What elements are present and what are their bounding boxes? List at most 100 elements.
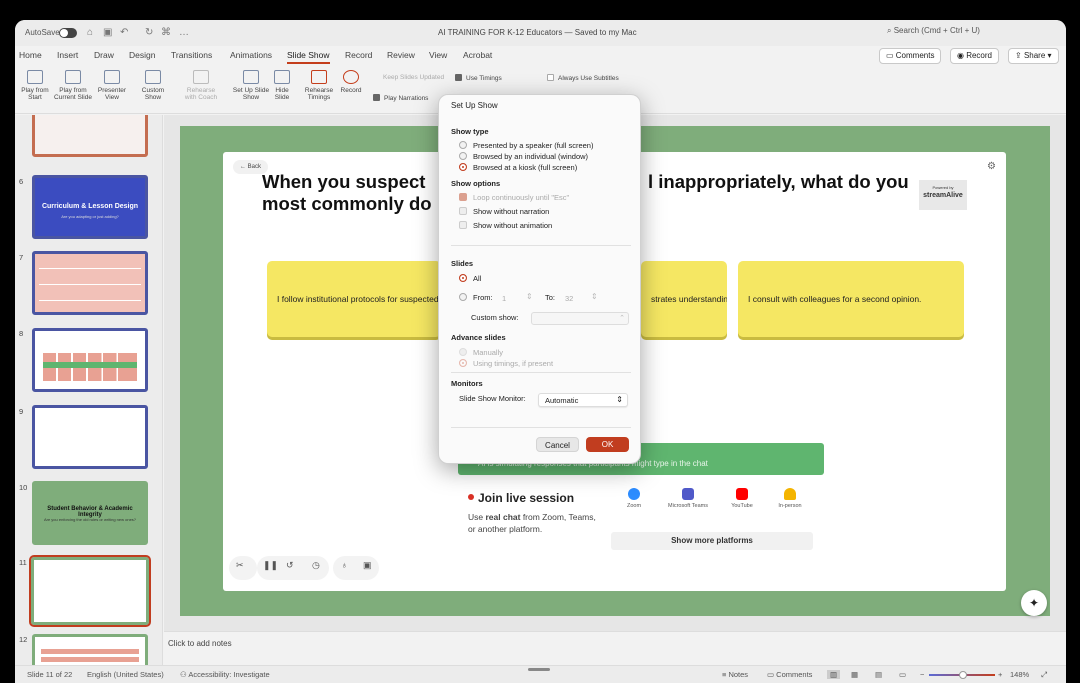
response-card[interactable]: I follow institutional protocols for sus…: [267, 261, 441, 337]
ok-button[interactable]: OK: [586, 437, 629, 452]
platform-teams[interactable]: Microsoft Teams: [662, 488, 714, 509]
response-card[interactable]: strates understanding.: [641, 261, 727, 337]
pause-icon[interactable]: ❚❚: [263, 560, 278, 571]
set-up-slide-show-button[interactable]: Set Up Slide Show: [232, 70, 270, 101]
to-field[interactable]: 32: [561, 293, 587, 306]
slide-show-monitor-select[interactable]: Automatic ⇕: [538, 393, 628, 407]
platform-in-person[interactable]: In-person: [764, 488, 816, 509]
tab-animations[interactable]: Animations: [230, 50, 272, 60]
slide-thumbnail-7[interactable]: [32, 251, 148, 315]
reading-view-icon[interactable]: ▤: [875, 670, 882, 679]
slide-thumbnail-6[interactable]: Curriculum & Lesson Design Are you adapt…: [32, 175, 148, 239]
autosave-toggle[interactable]: [59, 28, 77, 38]
use-timings-checkbox[interactable]: Use Timings: [455, 74, 502, 82]
slide-thumbnail-12[interactable]: [32, 634, 148, 665]
more-icon[interactable]: …: [179, 27, 189, 38]
tab-review[interactable]: Review: [387, 50, 415, 60]
copilot-icon[interactable]: ✦: [1021, 590, 1047, 616]
tab-acrobat[interactable]: Acrobat: [463, 50, 492, 60]
tab-home[interactable]: Home: [19, 50, 42, 60]
presenter-view-button[interactable]: Presenter View: [95, 70, 129, 101]
comments-status-button[interactable]: ▭ Comments: [767, 670, 812, 679]
radio-presented-by-speaker[interactable]: Presented by a speaker (full screen): [459, 141, 593, 150]
checkbox-icon: [459, 221, 467, 229]
radio-from-range[interactable]: From:: [459, 293, 493, 302]
radio-using-timings[interactable]: Using timings, if present: [459, 359, 553, 368]
zoom-out-icon[interactable]: −: [920, 670, 924, 679]
stepper-icon[interactable]: ⇕: [591, 292, 598, 301]
rehearse-timings-button[interactable]: Rehearse Timings: [303, 70, 335, 101]
slide-thumbnail-5[interactable]: [32, 115, 148, 157]
zoom-slider-thumb[interactable]: [959, 671, 967, 679]
record-button[interactable]: ◉ Record: [950, 48, 999, 64]
notes-button[interactable]: ≡ Notes: [722, 670, 748, 679]
radio-label: Browsed by an individual (window): [473, 152, 589, 161]
image-icon[interactable]: ▣: [363, 560, 372, 571]
custom-show-select[interactable]: ⌃: [531, 312, 629, 325]
reset-icon[interactable]: ↺: [286, 560, 294, 571]
tab-transitions[interactable]: Transitions: [171, 50, 212, 60]
custom-show-button[interactable]: Custom Show: [137, 70, 169, 101]
hide-slide-button[interactable]: Hide Slide: [271, 70, 293, 101]
radio-label: Using timings, if present: [473, 359, 554, 368]
cancel-button[interactable]: Cancel: [536, 437, 579, 452]
tab-view[interactable]: View: [429, 50, 447, 60]
customize-icon[interactable]: ⌘: [161, 27, 171, 38]
response-card[interactable]: I consult with colleagues for a second o…: [738, 261, 964, 337]
zoom-in-icon[interactable]: +: [998, 670, 1002, 679]
normal-view-icon[interactable]: ▥: [827, 670, 841, 679]
radio-advance-manually[interactable]: Manually: [459, 348, 503, 357]
tools-icon[interactable]: ✂: [236, 560, 244, 571]
zoom-level[interactable]: 148%: [1010, 670, 1029, 679]
fit-to-window-icon[interactable]: ⤢: [1041, 670, 1047, 680]
notes-pane[interactable]: Click to add notes: [164, 631, 1066, 665]
checkbox-without-narration[interactable]: Show without narration: [459, 207, 549, 216]
checkmark-icon: [373, 94, 380, 101]
slide-thumbnail-9[interactable]: [32, 405, 148, 469]
accessibility-button[interactable]: ⚇ Accessibility: Investigate: [180, 670, 270, 679]
slideshow-view-icon[interactable]: ▭: [899, 670, 906, 679]
language-indicator[interactable]: English (United States): [87, 670, 164, 679]
radio-all-slides[interactable]: All: [459, 274, 481, 283]
record-ribbon-button[interactable]: Record: [337, 70, 365, 94]
comments-button[interactable]: ▭ Comments: [879, 48, 942, 64]
slide-thumbnail-11-selected[interactable]: [29, 555, 151, 627]
always-use-subtitles-checkbox[interactable]: Always Use Subtitles: [547, 74, 619, 82]
share-button[interactable]: ⇪ Share ▾: [1008, 48, 1059, 64]
slide-thumbnail-8[interactable]: [32, 328, 148, 392]
undo-icon[interactable]: ↶: [120, 27, 128, 38]
rehearse-with-coach-button[interactable]: Rehearse with Coach: [181, 70, 221, 101]
checkbox-loop-continuously[interactable]: Loop continuously until "Esc": [459, 193, 569, 202]
timer-icon[interactable]: ◷: [312, 560, 320, 571]
monitor-label: Slide Show Monitor:: [459, 394, 526, 403]
resize-handle[interactable]: [528, 668, 550, 671]
radio-browsed-at-kiosk[interactable]: Browsed at a kiosk (full screen): [459, 163, 577, 172]
platform-youtube[interactable]: YouTube: [716, 488, 768, 509]
slide-number: 7: [19, 253, 24, 262]
lightbulb-icon[interactable]: ♁: [341, 560, 348, 570]
save-icon[interactable]: ▣: [103, 27, 112, 38]
tab-design[interactable]: Design: [129, 50, 155, 60]
show-more-platforms-button[interactable]: Show more platforms: [611, 532, 813, 550]
stepper-icon[interactable]: ⇕: [526, 292, 533, 301]
slide-thumbnail-10[interactable]: Student Behavior & Academic Integrity Ar…: [32, 481, 148, 545]
redo-icon[interactable]: ↻: [145, 27, 153, 38]
tab-slide-show[interactable]: Slide Show: [287, 50, 330, 64]
checkbox-without-animation[interactable]: Show without animation: [459, 221, 552, 230]
slide-sorter-icon[interactable]: ▦: [851, 670, 858, 679]
gear-icon[interactable]: ⚙: [987, 161, 996, 172]
search-box[interactable]: ⌕ Search (Cmd + Ctrl + U): [887, 26, 1057, 41]
tab-insert[interactable]: Insert: [57, 50, 78, 60]
platform-zoom[interactable]: Zoom: [608, 488, 660, 509]
play-from-start-button[interactable]: Play from Start: [19, 70, 51, 101]
play-from-current-button[interactable]: Play from Current Slide: [53, 70, 93, 101]
play-from-start-label: Play from Start: [21, 87, 49, 101]
always-subtitles-label: Always Use Subtitles: [558, 75, 619, 82]
tab-draw[interactable]: Draw: [94, 50, 114, 60]
play-narrations-checkbox[interactable]: Play Narrations: [373, 94, 428, 102]
home-icon[interactable]: ⌂: [87, 27, 93, 38]
tab-record[interactable]: Record: [345, 50, 372, 60]
radio-browsed-by-individual[interactable]: Browsed by an individual (window): [459, 152, 588, 161]
keep-slides-updated-checkbox[interactable]: Keep Slides Updated: [383, 74, 444, 81]
from-field[interactable]: 1: [498, 293, 524, 306]
